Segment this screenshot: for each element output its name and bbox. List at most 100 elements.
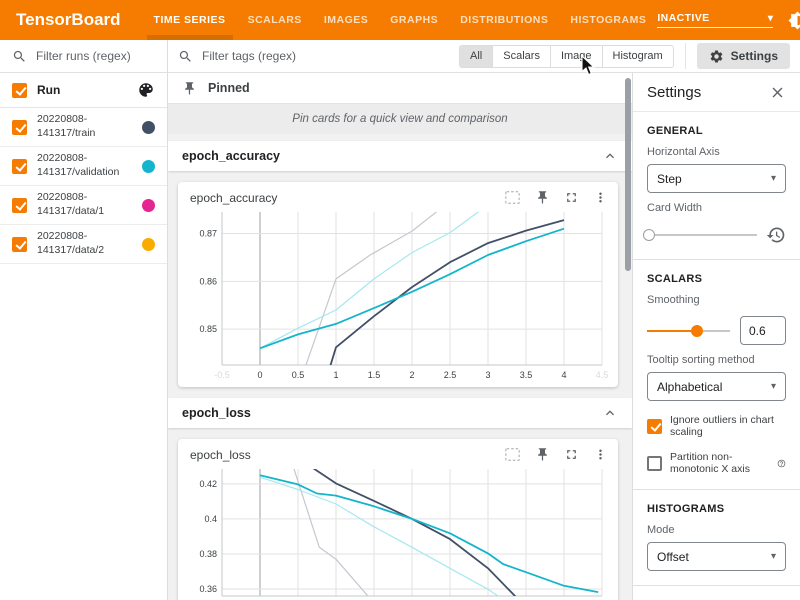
section-header-epoch-loss[interactable]: epoch_loss	[168, 398, 632, 428]
svg-text:0.87: 0.87	[199, 229, 217, 239]
ignore-outliers-checkbox[interactable]	[647, 419, 662, 434]
run-name: 20220808-141317/data/2	[37, 230, 136, 257]
horizontal-axis-value: Step	[657, 172, 682, 186]
more-options-icon[interactable]	[593, 447, 608, 462]
settings-section-general: GENERAL	[647, 125, 786, 137]
scalar-card-epoch-loss: epoch_loss 00.511.522.533.540.360.380.40…	[178, 439, 618, 600]
chevron-down-icon: ▾	[771, 173, 776, 184]
pin-icon[interactable]	[535, 190, 550, 205]
tab-histograms[interactable]: HISTOGRAMS	[559, 0, 657, 40]
pinned-section-header: Pinned	[168, 73, 632, 103]
help-icon[interactable]	[777, 457, 786, 470]
settings-section-histograms: HISTOGRAMS	[647, 503, 786, 515]
svg-text:0.38: 0.38	[199, 549, 217, 559]
histogram-mode-select[interactable]: Offset ▾	[647, 542, 786, 571]
section-title: epoch_accuracy	[182, 149, 280, 163]
section-title: epoch_loss	[182, 406, 251, 420]
tooltip-sorting-label: Tooltip sorting method	[647, 354, 786, 366]
card-width-slider[interactable]	[647, 229, 757, 242]
run-name: 20220808-141317/data/1	[37, 191, 136, 218]
tab-scalars[interactable]: SCALARS	[237, 0, 313, 40]
chip-histogram[interactable]: Histogram	[603, 46, 673, 67]
tooltip-sorting-select[interactable]: Alphabetical ▾	[647, 372, 786, 401]
run-status-value: INACTIVE	[657, 12, 709, 24]
run-row-data-1[interactable]: 20220808-141317/data/1	[0, 186, 167, 225]
brightness-toggle-icon[interactable]	[788, 11, 800, 30]
cards-scrollbar[interactable]	[625, 78, 631, 271]
ignore-outliers-row[interactable]: Ignore outliers in chart scaling	[647, 414, 786, 438]
run-name: 20220808-141317/train	[37, 113, 136, 140]
run-color-dot	[142, 199, 155, 212]
chevron-up-icon[interactable]	[602, 148, 618, 164]
filter-tags-input[interactable]: Filter tags (regex)	[178, 49, 451, 64]
run-row-data-2[interactable]: 20220808-141317/data/2	[0, 225, 167, 264]
app-header: TensorBoard TIME SERIES SCALARS IMAGES G…	[0, 0, 800, 40]
run-status-dropdown[interactable]: INACTIVE ▾	[657, 12, 773, 28]
palette-icon[interactable]	[137, 81, 155, 99]
svg-text:0: 0	[257, 370, 262, 380]
smoothing-slider[interactable]	[647, 324, 730, 337]
epoch-loss-chart[interactable]: 00.511.522.533.540.360.380.40.42	[186, 464, 610, 600]
main-nav-tabs: TIME SERIES SCALARS IMAGES GRAPHS DISTRI…	[143, 0, 658, 40]
more-options-icon[interactable]	[593, 190, 608, 205]
card-title: epoch_loss	[190, 448, 251, 462]
smoothing-label: Smoothing	[647, 294, 786, 306]
svg-text:1.5: 1.5	[368, 370, 381, 380]
epoch-accuracy-chart[interactable]: 00.511.522.533.54-0.54.50.850.860.87	[186, 207, 610, 383]
chevron-down-icon: ▾	[771, 551, 776, 562]
chip-image[interactable]: Image	[551, 46, 603, 67]
run-row-validation[interactable]: 20220808-141317/validation	[0, 147, 167, 186]
partition-x-checkbox[interactable]	[647, 456, 662, 471]
close-icon[interactable]	[769, 84, 786, 101]
tab-distributions[interactable]: DISTRIBUTIONS	[449, 0, 559, 40]
svg-text:1: 1	[333, 370, 338, 380]
search-icon	[178, 49, 193, 64]
fit-domain-icon[interactable]	[504, 190, 521, 205]
tag-filter-chips: All Scalars Image Histogram	[459, 45, 674, 68]
run-checkbox[interactable]	[12, 198, 27, 213]
tags-toolbar: Filter tags (regex) All Scalars Image Hi…	[168, 40, 800, 73]
pin-icon[interactable]	[535, 447, 550, 462]
fit-domain-icon[interactable]	[504, 447, 521, 462]
svg-text:3.5: 3.5	[520, 370, 533, 380]
chevron-down-icon: ▾	[768, 13, 773, 24]
svg-text:0.5: 0.5	[292, 370, 305, 380]
runs-list-header: Run	[0, 73, 167, 108]
settings-button[interactable]: Settings	[697, 43, 790, 69]
select-all-runs-checkbox[interactable]	[12, 83, 27, 98]
partition-x-label: Partition non-monotonic X axis	[670, 451, 769, 475]
run-checkbox[interactable]	[12, 120, 27, 135]
tab-time-series[interactable]: TIME SERIES	[143, 0, 237, 40]
run-checkbox[interactable]	[12, 237, 27, 252]
tooltip-sorting-value: Alphabetical	[657, 380, 722, 394]
chip-all[interactable]: All	[460, 46, 493, 67]
horizontal-axis-select[interactable]: Step ▾	[647, 164, 786, 193]
smoothing-value-input[interactable]: 0.6	[740, 316, 786, 345]
tab-images[interactable]: IMAGES	[313, 0, 379, 40]
section-header-epoch-accuracy[interactable]: epoch_accuracy	[168, 141, 632, 171]
run-checkbox[interactable]	[12, 159, 27, 174]
settings-section-scalars: SCALARS	[647, 273, 786, 285]
run-row-train[interactable]: 20220808-141317/train	[0, 108, 167, 147]
run-color-dot	[142, 121, 155, 134]
fullscreen-icon[interactable]	[564, 190, 579, 205]
svg-text:4.5: 4.5	[596, 370, 609, 380]
fullscreen-icon[interactable]	[564, 447, 579, 462]
runs-header-label: Run	[37, 83, 137, 97]
svg-text:0.4: 0.4	[204, 514, 217, 524]
chevron-up-icon[interactable]	[602, 405, 618, 421]
svg-text:0.42: 0.42	[199, 479, 217, 489]
partition-x-row[interactable]: Partition non-monotonic X axis	[647, 451, 786, 475]
reset-icon[interactable]	[766, 225, 786, 245]
cards-area: Pinned Pin cards for a quick view and co…	[168, 73, 632, 600]
settings-button-label: Settings	[731, 49, 778, 63]
tab-graphs[interactable]: GRAPHS	[379, 0, 449, 40]
toolbar-divider	[685, 43, 686, 69]
scalar-card-epoch-accuracy: epoch_accuracy 00.511.522.533.54-0.54.50…	[178, 182, 618, 387]
card-title: epoch_accuracy	[190, 191, 277, 205]
filter-runs-input[interactable]: Filter runs (regex)	[0, 40, 167, 73]
card-width-label: Card Width	[647, 202, 786, 214]
svg-text:2.5: 2.5	[444, 370, 457, 380]
chip-scalars[interactable]: Scalars	[493, 46, 551, 67]
gear-icon	[709, 49, 724, 64]
